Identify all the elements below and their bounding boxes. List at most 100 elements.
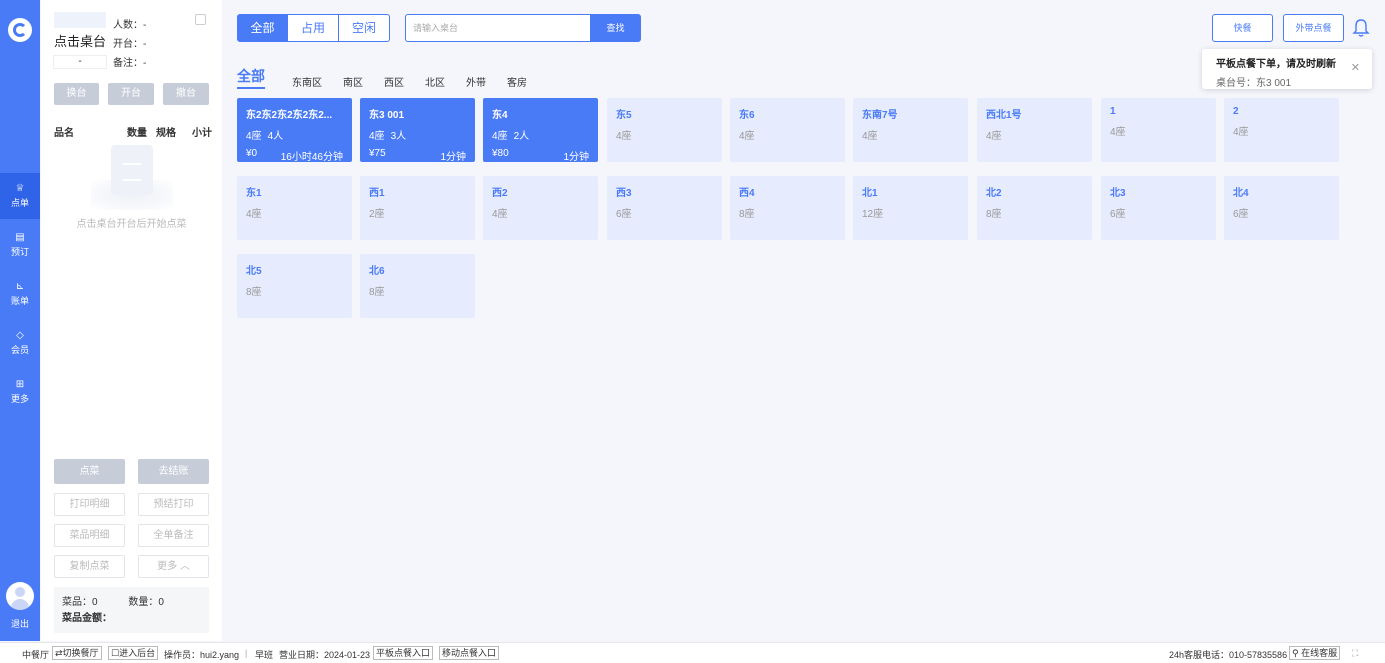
quick-meal-button[interactable]: 快餐 bbox=[1212, 14, 1273, 42]
tab-idle[interactable]: 空闲 bbox=[339, 14, 390, 42]
zone-tab-southeast[interactable]: 东南区 bbox=[292, 74, 322, 89]
fullscreen-icon[interactable]: ⛶ bbox=[1352, 648, 1358, 659]
table-card-seats: 6座 bbox=[616, 209, 632, 220]
table-card[interactable]: 东4 4座 2人 ¥80 1分钟 bbox=[483, 98, 598, 163]
tab-all[interactable]: 全部 bbox=[237, 14, 288, 42]
app-logo-icon bbox=[8, 18, 32, 42]
nav-item-more[interactable]: ⊞ 更多 bbox=[0, 369, 40, 415]
table-card[interactable]: 东3 001 4座 3人 ¥75 1分钟 bbox=[360, 98, 475, 163]
table-card[interactable]: 1 4座 bbox=[1101, 98, 1216, 162]
table-search-input[interactable] bbox=[405, 14, 591, 42]
table-card-name: 东4 bbox=[492, 110, 508, 121]
table-card-seats: 4座 bbox=[369, 131, 385, 142]
table-card-people: 4人 bbox=[267, 131, 284, 142]
table-card-seats: 12座 bbox=[862, 209, 884, 220]
table-card[interactable]: 2 4座 bbox=[1224, 98, 1339, 162]
nav-item-label: 更多 bbox=[10, 394, 29, 404]
table-card-seats: 4座 bbox=[1233, 127, 1249, 138]
table-card[interactable]: 东6 4座 bbox=[730, 98, 845, 162]
whole-note-button[interactable]: 全单备注 bbox=[138, 524, 209, 547]
table-card[interactable]: 西北1号 4座 bbox=[977, 98, 1092, 162]
order-dish-button[interactable]: 点菜 bbox=[54, 459, 125, 484]
nav-item-bills[interactable]: ⊾ 账单 bbox=[0, 271, 40, 317]
bell-icon[interactable] bbox=[1352, 18, 1370, 38]
dish-detail-button[interactable]: 菜品明细 bbox=[54, 524, 125, 547]
change-table-button[interactable]: 换台 bbox=[54, 83, 99, 105]
table-card[interactable]: 西2 4座 bbox=[483, 176, 598, 240]
pre-print-button[interactable]: 预结打印 bbox=[138, 493, 209, 516]
empty-hint: 点击桌台开台后开始点菜 bbox=[76, 219, 187, 230]
table-card-name: 北4 bbox=[1233, 188, 1249, 199]
nav-item-label: 账单 bbox=[10, 296, 29, 306]
table-card[interactable]: 北4 6座 bbox=[1224, 176, 1339, 240]
table-card[interactable]: 北5 8座 bbox=[237, 254, 352, 318]
table-dash: - bbox=[54, 56, 106, 68]
table-card[interactable]: 东1 4座 bbox=[237, 176, 352, 240]
cancel-table-button[interactable]: 撤台 bbox=[163, 83, 209, 105]
zone-tab-guestroom[interactable]: 客房 bbox=[507, 74, 527, 89]
table-card-seats: 8座 bbox=[246, 287, 262, 298]
nav-item-reservation[interactable]: ▤ 预订 bbox=[0, 222, 40, 268]
copy-dishes-button[interactable]: 复制点菜 bbox=[54, 555, 125, 578]
table-card-amount: ¥75 bbox=[369, 148, 386, 159]
table-selector[interactable]: 点击桌台 - bbox=[54, 12, 106, 74]
checkout-button[interactable]: 去结账 bbox=[138, 459, 209, 484]
table-card[interactable]: 西3 6座 bbox=[607, 176, 722, 240]
opened-text: 开台：- bbox=[113, 39, 147, 50]
table-card-name: 东南7号 bbox=[862, 110, 898, 121]
table-card-name: 2 bbox=[1233, 106, 1239, 117]
enter-backend-button[interactable]: ☐进入后台 bbox=[108, 646, 159, 660]
book-icon: ▤ bbox=[15, 232, 25, 243]
switch-restaurant-button[interactable]: ⇄切换餐厅 bbox=[52, 646, 102, 660]
table-card[interactable]: 北1 12座 bbox=[853, 176, 968, 240]
search-button[interactable]: 查找 bbox=[590, 14, 641, 42]
zone-tab-all[interactable]: 全部 bbox=[237, 66, 265, 89]
print-detail-button[interactable]: 打印明细 bbox=[54, 493, 125, 516]
table-card-name: 东6 bbox=[739, 110, 755, 121]
chart-icon: ⊾ bbox=[15, 281, 25, 292]
table-card[interactable]: 东南7号 4座 bbox=[853, 98, 968, 162]
table-card[interactable]: 东5 4座 bbox=[607, 98, 722, 162]
quantity-count: 数量：0 bbox=[128, 597, 164, 608]
tablet-entry-button[interactable]: 平板点餐入口 bbox=[373, 646, 434, 660]
table-card-name: 1 bbox=[1110, 106, 1116, 117]
separator: | bbox=[245, 648, 248, 658]
zone-tabs: 全部 东南区 南区 西区 北区 外带 客房 bbox=[237, 66, 548, 89]
dish-count: 菜品：0 bbox=[62, 597, 98, 608]
table-card[interactable]: 西4 8座 bbox=[730, 176, 845, 240]
table-card-name: 西1 bbox=[369, 188, 385, 199]
zone-tab-takeout[interactable]: 外带 bbox=[466, 74, 486, 89]
table-card-seats: 4座 bbox=[492, 209, 508, 220]
edit-icon[interactable] bbox=[195, 14, 206, 25]
mobile-entry-button[interactable]: 移动点餐入口 bbox=[439, 646, 500, 660]
toast-body: 桌台号：东3 001 bbox=[1216, 78, 1292, 89]
table-card-name: 北6 bbox=[369, 266, 385, 277]
nav-item-order[interactable]: ♕ 点单 bbox=[0, 173, 40, 219]
toast-title: 平板点餐下单，请及时刷新 bbox=[1216, 59, 1336, 70]
table-card-seats: 4座 bbox=[246, 131, 262, 142]
column-header-subtotal: 小计 bbox=[192, 128, 212, 139]
table-card-seats: 4座 bbox=[862, 131, 878, 142]
table-card-duration: 1分钟 bbox=[563, 152, 589, 163]
close-icon[interactable]: ✕ bbox=[1351, 61, 1360, 74]
hotline-text: 24h客服电话：010-57835586 bbox=[1169, 650, 1288, 660]
avatar[interactable] bbox=[6, 582, 34, 610]
online-service-button[interactable]: ⚲ 在线客服 bbox=[1289, 646, 1341, 660]
more-button[interactable]: 更多 ︿ bbox=[138, 555, 209, 578]
tab-occupied[interactable]: 占用 bbox=[288, 14, 339, 42]
zone-tab-south[interactable]: 南区 bbox=[343, 74, 363, 89]
table-card-seats: 4座 bbox=[492, 131, 508, 142]
nav-item-members[interactable]: ◇ 会员 bbox=[0, 320, 40, 366]
zone-tab-north[interactable]: 北区 bbox=[425, 74, 445, 89]
zone-tab-west[interactable]: 西区 bbox=[384, 74, 404, 89]
grid-icon: ⊞ bbox=[15, 379, 25, 390]
logout-button[interactable]: 退出 bbox=[0, 617, 40, 630]
table-card[interactable]: 北3 6座 bbox=[1101, 176, 1216, 240]
table-card[interactable]: 北2 8座 bbox=[977, 176, 1092, 240]
table-card[interactable]: 北6 8座 bbox=[360, 254, 475, 318]
open-table-button[interactable]: 开台 bbox=[108, 83, 154, 105]
table-card[interactable]: 西1 2座 bbox=[360, 176, 475, 240]
table-card[interactable]: 东2东2东2东2东2... 4座 4人 ¥0 16小时46分钟 bbox=[237, 98, 352, 163]
table-card-amount: ¥0 bbox=[246, 148, 258, 159]
takeout-order-button[interactable]: 外带点餐 bbox=[1283, 14, 1344, 42]
